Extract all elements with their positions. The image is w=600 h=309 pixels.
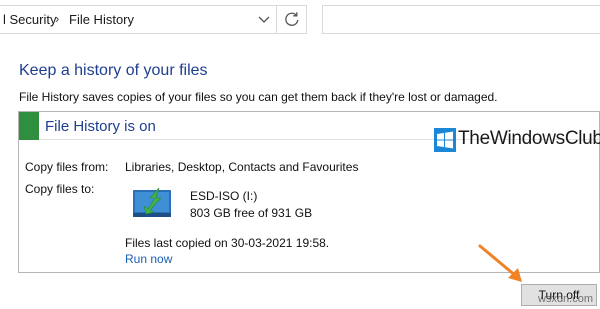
chevron-right-icon: › (55, 11, 60, 26)
page-title: Keep a history of your files (19, 62, 208, 79)
drive-name: ESD-ISO (I:) (190, 189, 258, 203)
address-divider (276, 6, 277, 33)
status-text: File History is on (45, 118, 156, 135)
arrow-icon (478, 244, 526, 284)
address-bar[interactable]: l Security › File History (0, 5, 307, 34)
drive-icon (132, 184, 174, 220)
copy-from-label: Copy files from: (25, 160, 109, 174)
windows-logo-icon (434, 128, 456, 152)
search-input[interactable] (322, 5, 600, 34)
copy-from-value: Libraries, Desktop, Contacts and Favouri… (125, 160, 359, 174)
last-copied-text: Files last copied on 30-03-2021 19:58. (125, 236, 330, 250)
refresh-icon[interactable] (282, 9, 302, 29)
chevron-down-icon[interactable] (253, 6, 275, 33)
breadcrumb-file-history[interactable]: File History (69, 12, 134, 27)
drive-space: 803 GB free of 931 GB (190, 206, 313, 220)
status-indicator (19, 112, 39, 140)
watermark-text: TheWindowsClub (458, 128, 600, 149)
page-description: File History saves copies of your files … (19, 90, 498, 104)
site-watermark: wsxdn.com (538, 293, 594, 305)
breadcrumb-security[interactable]: l Security (3, 12, 56, 27)
copy-to-label: Copy files to: (25, 182, 95, 196)
run-now-link[interactable]: Run now (125, 252, 172, 266)
